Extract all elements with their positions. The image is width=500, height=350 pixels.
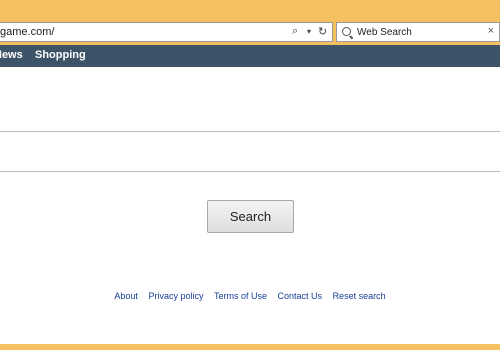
- footer-link-terms[interactable]: Terms of Use: [214, 291, 267, 301]
- nav-item-news[interactable]: News: [0, 49, 23, 61]
- divider: [0, 131, 500, 132]
- search-box-placeholder[interactable]: Web Search: [357, 27, 412, 38]
- browser-frame-bottom: [0, 344, 500, 350]
- footer-link-contact[interactable]: Contact Us: [278, 291, 323, 301]
- search-icon: [342, 27, 351, 36]
- magnifier-icon[interactable]: ⌕: [292, 25, 298, 38]
- divider: [0, 171, 500, 172]
- close-icon[interactable]: ×: [488, 25, 494, 37]
- footer-link-reset-search[interactable]: Reset search: [333, 291, 386, 301]
- footer-link-privacy[interactable]: Privacy policy: [148, 291, 203, 301]
- search-button[interactable]: Search: [207, 200, 294, 233]
- nav-item-shopping[interactable]: Shopping: [35, 49, 86, 61]
- address-bar[interactable]: game.com/ ⌕ ▾ ↻: [0, 22, 333, 42]
- refresh-icon[interactable]: ↻: [318, 25, 327, 38]
- address-text[interactable]: game.com/: [0, 26, 54, 38]
- footer-links: About Privacy policy Terms of Use Contac…: [0, 291, 500, 301]
- nav-bar: News Shopping: [0, 45, 500, 67]
- footer-link-about[interactable]: About: [114, 291, 138, 301]
- chevron-down-icon[interactable]: ▾: [307, 27, 311, 36]
- web-search-box[interactable]: Web Search ×: [336, 22, 500, 42]
